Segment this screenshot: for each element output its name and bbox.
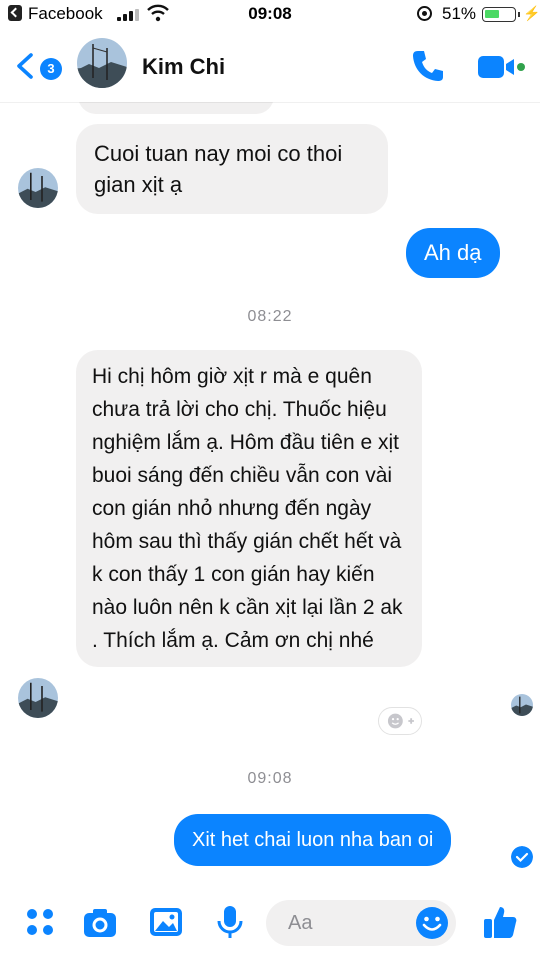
like-icon[interactable]	[482, 904, 518, 940]
camera-icon[interactable]	[82, 904, 118, 940]
video-call-icon[interactable]	[476, 52, 526, 82]
avatar-photo	[511, 694, 533, 716]
message-text: Ah dạ	[424, 240, 482, 265]
chat-header: 3 Kim Chi	[0, 30, 540, 102]
message-text: Xit het chai luon nha ban oi	[192, 829, 434, 851]
contact-avatar-small[interactable]	[18, 168, 58, 208]
message-bubble-outgoing[interactable]: Xit het chai luon nha ban oi	[174, 814, 452, 866]
status-bar: Facebook 09:08 51% ⚡	[0, 0, 540, 30]
contact-avatar-small[interactable]	[18, 678, 58, 718]
emoji-icon[interactable]	[414, 905, 450, 941]
back-chevron-icon[interactable]	[14, 52, 36, 80]
timestamp: 08:22	[247, 308, 293, 325]
contact-name[interactable]: Kim Chi	[142, 54, 225, 80]
message-input-placeholder: Aa	[288, 912, 313, 934]
message-text: Cuoi tuan nay moi co thoi gian xịt ạ	[94, 141, 343, 197]
seen-check-icon	[511, 846, 533, 868]
orientation-lock-icon	[417, 6, 432, 21]
avatar-photo	[18, 168, 58, 208]
gallery-icon[interactable]	[148, 904, 184, 940]
add-reaction-icon[interactable]	[378, 707, 422, 735]
microphone-icon[interactable]	[212, 904, 248, 940]
seen-by-avatar	[511, 694, 533, 716]
message-composer: Aa	[0, 888, 540, 960]
avatar-photo	[77, 38, 127, 88]
battery-icon	[482, 7, 520, 22]
message-bubble-incoming[interactable]: Cuoi tuan nay moi co thoi gian xịt ạ	[76, 124, 388, 214]
message-bubble-incoming[interactable]: Hi chị hôm giờ xịt r mà e quên chưa trả …	[76, 350, 422, 667]
message-bubble-outgoing[interactable]: Ah dạ	[406, 228, 500, 278]
phone-icon[interactable]	[410, 48, 446, 84]
menu-dots-icon[interactable]	[22, 904, 58, 940]
message-text: Hi chị hôm giờ xịt r mà e quên chưa trả …	[92, 365, 403, 652]
avatar-photo	[18, 678, 58, 718]
unread-count-badge[interactable]: 3	[40, 58, 62, 80]
charging-icon: ⚡	[523, 5, 540, 21]
battery-fill	[485, 10, 499, 18]
contact-avatar[interactable]	[77, 38, 127, 88]
battery-percent: 51%	[442, 4, 477, 23]
timestamp: 09:08	[247, 770, 293, 787]
